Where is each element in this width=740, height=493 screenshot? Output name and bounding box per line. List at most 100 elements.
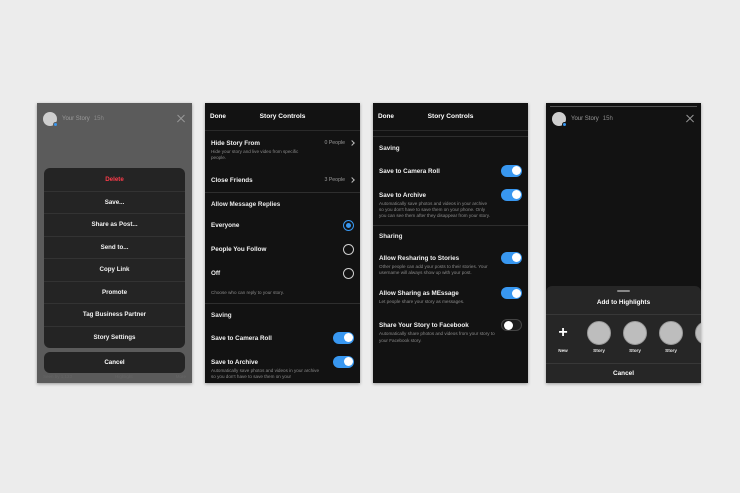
menu-tag-business-partner[interactable]: Tag Business Partner <box>44 303 185 326</box>
close-friends-value: 3 People <box>324 177 355 184</box>
save-camera-roll-toggle[interactable] <box>501 164 522 177</box>
highlight-cover <box>659 321 683 345</box>
page-title: Story Controls <box>427 113 474 120</box>
sheet-handle[interactable] <box>617 290 630 292</box>
replies-note: Choose who can reply to your story. <box>211 289 284 295</box>
save-archive-row: Save to Archive Automatically save photo… <box>373 188 528 220</box>
save-camera-roll-toggle[interactable] <box>333 331 354 344</box>
highlight-label: Story <box>593 348 605 353</box>
story-options-menu: Delete Save... Share as Post... Send to.… <box>44 168 185 348</box>
avatar[interactable] <box>552 112 567 127</box>
save-archive-desc: Automatically save photos and videos in … <box>379 200 490 218</box>
highlight-cover <box>587 321 611 345</box>
save-archive-toggle[interactable] <box>501 188 522 201</box>
close-friends-row[interactable]: Close Friends 3 People <box>205 177 360 184</box>
facebook-sharing-toggle[interactable] <box>501 319 522 332</box>
close-friends-count: 3 People <box>324 177 345 184</box>
save-camera-roll-row: Save to Camera Roll <box>205 331 360 344</box>
story-controls-screen-2: Done Story Controls Saving Save to Camer… <box>373 103 528 383</box>
divider <box>205 302 360 304</box>
story-time: 15h <box>602 116 613 122</box>
page-title: Story Controls <box>259 113 306 120</box>
divider <box>373 136 528 137</box>
saving-section-header: Saving <box>211 311 232 319</box>
menu-story-settings[interactable]: Story Settings <box>44 325 185 349</box>
replies-section-header: Allow Message Replies <box>211 200 281 208</box>
message-sharing-row: Allow Sharing as MEssage Let people shar… <box>373 287 528 305</box>
highlight-cover <box>623 321 647 345</box>
more-label[interactable]: More <box>176 374 186 379</box>
highlight-label[interactable]: Highlight <box>115 374 133 379</box>
story-time: 15h <box>93 116 104 122</box>
save-archive-toggle[interactable] <box>333 355 354 368</box>
close-icon[interactable] <box>176 114 186 124</box>
reply-option-everyone[interactable]: Everyone <box>205 219 360 231</box>
save-archive-row: Save to Archive Automatically save photo… <box>205 355 360 380</box>
add-to-highlights-screen: Your Story 15h Add to Highlights + New S… <box>546 103 701 383</box>
highlight-item-partial[interactable] <box>694 321 701 345</box>
reply-option-label: People You Follow <box>211 245 267 253</box>
status-dot-icon <box>562 122 567 127</box>
radio-selected-icon[interactable] <box>343 219 354 231</box>
divider <box>546 363 701 364</box>
story-progress-bar <box>550 106 697 108</box>
story-name: Your Story <box>62 116 90 122</box>
facebook-sharing-row: Share Your Story to Facebook Automatical… <box>373 319 528 343</box>
top-bar: Done Story Controls <box>205 103 360 131</box>
reply-option-off[interactable]: Off <box>205 267 360 279</box>
cancel-button[interactable]: Cancel <box>44 352 185 373</box>
story-options-screen: Your Story 15h Delete Save... Share as P… <box>37 103 192 383</box>
hide-story-from-desc: Hide your story and live video from spec… <box>211 149 299 161</box>
chevron-right-icon <box>349 140 355 146</box>
save-archive-desc: Automatically save photos and videos in … <box>211 367 320 379</box>
sheet-title: Add to Highlights <box>596 299 651 306</box>
resharing-desc: Other people can add your posts to their… <box>379 263 488 275</box>
menu-promote[interactable]: Promote <box>44 280 185 304</box>
message-sharing-toggle[interactable] <box>501 287 522 300</box>
hide-story-from-row[interactable]: Hide Story From Hide your story and live… <box>205 140 360 161</box>
story-footer: Seen by 1,123 Highlight More <box>43 374 186 379</box>
story-header: Your Story 15h <box>43 111 186 127</box>
reply-option-label: Off <box>211 269 221 277</box>
highlight-item[interactable]: Story <box>586 321 612 353</box>
close-icon[interactable] <box>685 114 695 124</box>
highlight-label: Story <box>629 348 641 353</box>
cancel-button[interactable]: Cancel <box>546 370 701 377</box>
resharing-toggle[interactable] <box>501 251 522 264</box>
radio-icon[interactable] <box>343 243 354 255</box>
highlights-sheet: Add to Highlights + New Story Story Stor… <box>546 286 701 383</box>
story-name: Your Story <box>571 116 599 122</box>
reply-option-people-you-follow[interactable]: People You Follow <box>205 243 360 255</box>
hide-story-from-count: 0 People <box>324 140 345 146</box>
avatar[interactable] <box>43 112 58 127</box>
new-highlight-label: New <box>558 348 568 353</box>
new-highlight-button[interactable]: + New <box>550 321 576 354</box>
done-button[interactable]: Done <box>378 113 394 120</box>
divider <box>546 314 701 315</box>
menu-delete[interactable]: Delete <box>44 168 185 191</box>
status-dot-icon <box>53 122 58 127</box>
sharing-section-header: Sharing <box>379 232 403 240</box>
done-button[interactable]: Done <box>210 113 226 120</box>
menu-share-as-post[interactable]: Share as Post... <box>44 213 185 236</box>
highlight-label: Story <box>665 348 677 353</box>
story-header: Your Story 15h <box>552 111 695 127</box>
menu-copy-link[interactable]: Copy Link <box>44 258 185 281</box>
divider <box>205 192 360 193</box>
seen-by-label[interactable]: Seen by 1,123 <box>43 374 72 379</box>
menu-send-to[interactable]: Send to... <box>44 235 185 259</box>
highlight-item[interactable]: Story <box>658 321 684 353</box>
highlight-item[interactable]: Story <box>622 321 648 353</box>
radio-icon[interactable] <box>343 267 354 279</box>
reply-option-label: Everyone <box>211 221 240 229</box>
story-controls-screen-1: Done Story Controls Hide Story From Hide… <box>205 103 360 383</box>
top-bar: Done Story Controls <box>373 103 528 131</box>
saving-section-header: Saving <box>379 144 400 152</box>
save-camera-roll-row: Save to Camera Roll <box>373 164 528 177</box>
highlight-cover <box>695 321 701 345</box>
message-sharing-desc: Let people share your story as messages. <box>379 299 465 305</box>
menu-save[interactable]: Save... <box>44 190 185 214</box>
chevron-right-icon <box>349 177 355 184</box>
hide-story-from-value: 0 People <box>324 140 355 146</box>
plus-icon: + <box>558 324 568 341</box>
